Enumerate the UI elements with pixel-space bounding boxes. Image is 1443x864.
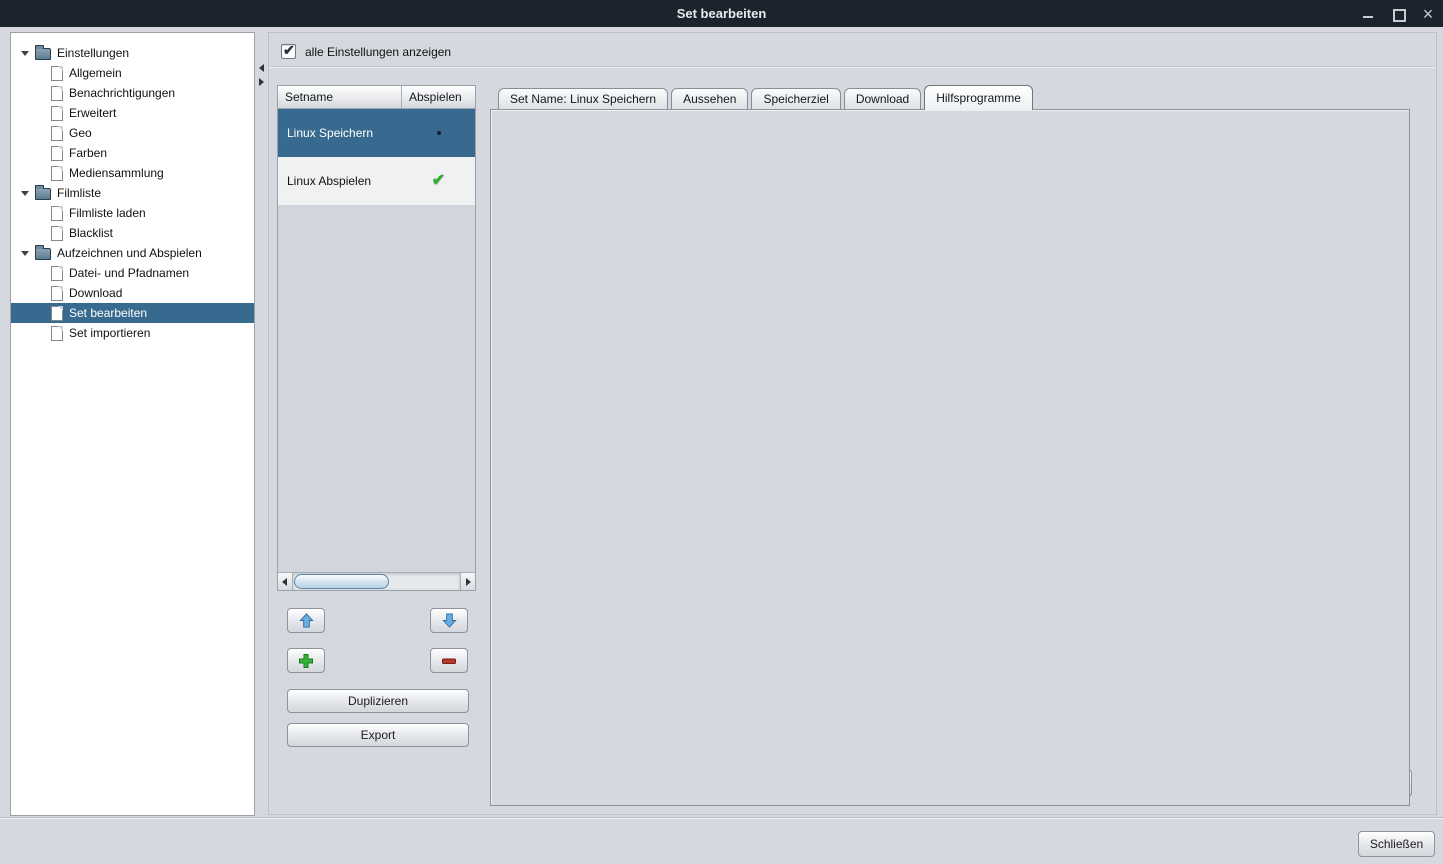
set-bearbeiten-window: Set bearbeiten Einstellungen Allgemein B… xyxy=(0,0,1443,864)
sidebar-item-label: Set importieren xyxy=(69,326,150,340)
set-name: Linux Speichern xyxy=(278,126,402,140)
set-list-header: Setname Abspielen xyxy=(278,86,475,109)
minus-icon xyxy=(441,653,457,669)
sidebar-item-benachrichtigungen[interactable]: Benachrichtigungen xyxy=(11,83,254,103)
splitter-handle[interactable] xyxy=(257,62,267,94)
plus-icon xyxy=(298,653,314,669)
folder-icon xyxy=(35,188,51,200)
page-icon xyxy=(51,306,63,321)
sidebar-item-geo[interactable]: Geo xyxy=(11,123,254,143)
page-icon xyxy=(51,226,63,241)
scroll-right-icon[interactable] xyxy=(460,573,475,590)
sidebar-item-filmliste[interactable]: Filmliste xyxy=(11,183,254,203)
page-icon xyxy=(51,206,63,221)
sidebar-item-label: Mediensammlung xyxy=(69,166,164,180)
maximize-icon[interactable] xyxy=(1391,7,1405,21)
set-add-button[interactable] xyxy=(287,648,325,673)
arrow-up-icon xyxy=(299,613,314,628)
sidebar-item-label: Download xyxy=(69,286,122,300)
top-divider xyxy=(269,66,1436,68)
checkbox-checked-icon[interactable] xyxy=(281,44,296,59)
sidebar-item-set-bearbeiten[interactable]: Set bearbeiten xyxy=(11,303,254,323)
sidebar-item-allgemein[interactable]: Allgemein xyxy=(11,63,254,83)
column-header-abspielen[interactable]: Abspielen xyxy=(402,86,475,108)
set-move-down-button[interactable] xyxy=(430,608,468,633)
sidebar-item-aufzeichnen-und-abspielen[interactable]: Aufzeichnen und Abspielen xyxy=(11,243,254,263)
column-header-setname[interactable]: Setname xyxy=(278,86,402,108)
tab-speicherziel[interactable]: Speicherziel xyxy=(751,88,840,110)
expander-icon[interactable] xyxy=(21,251,29,256)
sidebar-item-download[interactable]: Download xyxy=(11,283,254,303)
sidebar-item-label: Datei- und Pfadnamen xyxy=(69,266,189,280)
settings-tree: Einstellungen Allgemein Benachrichtigung… xyxy=(10,32,255,816)
collapse-left-icon[interactable] xyxy=(259,64,264,72)
page-icon xyxy=(51,166,63,181)
show-all-settings-label: alle Einstellungen anzeigen xyxy=(305,45,451,59)
set-row-linux-speichern[interactable]: Linux Speichern xyxy=(278,109,475,157)
tab-aussehen[interactable]: Aussehen xyxy=(671,88,748,110)
tab-hilfsprogramme[interactable]: Hilfsprogramme xyxy=(924,85,1033,110)
sidebar-item-label: Einstellungen xyxy=(57,46,129,60)
set-list-horizontal-scrollbar[interactable] xyxy=(278,572,475,590)
expand-right-icon[interactable] xyxy=(259,78,264,86)
tab-download[interactable]: Download xyxy=(844,88,921,110)
sidebar-item-farben[interactable]: Farben xyxy=(11,143,254,163)
sidebar-item-label: Filmliste laden xyxy=(69,206,146,220)
page-icon xyxy=(51,266,63,281)
set-export-button[interactable]: Export xyxy=(287,723,469,747)
set-move-up-button[interactable] xyxy=(287,608,325,633)
sidebar-item-einstellungen[interactable]: Einstellungen xyxy=(11,43,254,63)
scrollbar-track[interactable] xyxy=(293,573,460,590)
dot-icon xyxy=(437,131,441,135)
set-row-linux-abspielen[interactable]: Linux Abspielen xyxy=(278,157,475,205)
set-duplicate-button[interactable]: Duplizieren xyxy=(287,689,469,713)
sidebar-item-filmliste-laden[interactable]: Filmliste laden xyxy=(11,203,254,223)
sidebar-item-label: Benachrichtigungen xyxy=(69,86,175,100)
schliessen-button[interactable]: Schließen xyxy=(1358,831,1435,857)
page-icon xyxy=(51,66,63,81)
window-title: Set bearbeiten xyxy=(677,6,767,21)
sidebar-item-set-importieren[interactable]: Set importieren xyxy=(11,323,254,343)
show-all-settings: alle Einstellungen anzeigen xyxy=(281,44,451,59)
scroll-left-icon[interactable] xyxy=(278,573,293,590)
arrow-down-icon xyxy=(442,613,457,628)
folder-icon xyxy=(35,48,51,60)
window-controls xyxy=(1361,0,1435,27)
sidebar-item-label: Geo xyxy=(69,126,92,140)
folder-icon xyxy=(35,248,51,260)
page-icon xyxy=(51,146,63,161)
tab-bar: Set Name: Linux Speichern Aussehen Speic… xyxy=(490,85,1410,110)
tab-set-name[interactable]: Set Name: Linux Speichern xyxy=(498,88,668,110)
scrollbar-thumb[interactable] xyxy=(294,574,389,589)
sidebar-item-blacklist[interactable]: Blacklist xyxy=(11,223,254,243)
set-list-panel: Setname Abspielen Linux Speichern Linux … xyxy=(277,85,476,591)
sidebar-item-label: Aufzeichnen und Abspielen xyxy=(57,246,202,260)
sidebar-item-erweitert[interactable]: Erweitert xyxy=(11,103,254,123)
bottom-divider xyxy=(0,817,1443,819)
sidebar-item-label: Allgemein xyxy=(69,66,122,80)
sidebar-item-mediensammlung[interactable]: Mediensammlung xyxy=(11,163,254,183)
page-icon xyxy=(51,326,63,341)
set-list-empty-area xyxy=(278,205,475,572)
set-name: Linux Abspielen xyxy=(278,174,402,188)
sidebar-item-label: Filmliste xyxy=(57,186,101,200)
sidebar-item-label: Farben xyxy=(69,146,107,160)
sidebar-item-datei-und-pfadnamen[interactable]: Datei- und Pfadnamen xyxy=(11,263,254,283)
sidebar-item-label: Set bearbeiten xyxy=(69,306,147,320)
expander-icon[interactable] xyxy=(21,51,29,56)
sidebar-item-label: Erweitert xyxy=(69,106,116,120)
page-icon xyxy=(51,126,63,141)
page-icon xyxy=(51,106,63,121)
expander-icon[interactable] xyxy=(21,191,29,196)
titlebar: Set bearbeiten xyxy=(0,0,1443,27)
check-icon xyxy=(432,173,445,189)
minimize-icon[interactable] xyxy=(1361,7,1375,21)
sidebar-item-label: Blacklist xyxy=(69,226,113,240)
page-icon xyxy=(51,286,63,301)
close-icon[interactable] xyxy=(1421,7,1435,21)
tab-content-hilfsprogramme xyxy=(490,109,1410,806)
set-remove-button[interactable] xyxy=(430,648,468,673)
page-icon xyxy=(51,86,63,101)
